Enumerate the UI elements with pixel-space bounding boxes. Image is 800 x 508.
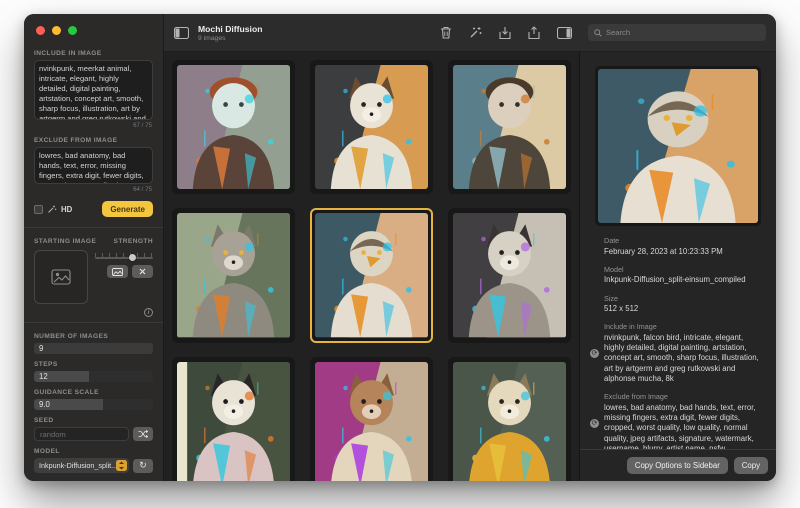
model-info-label: Model [604, 265, 764, 274]
sidebar-toggle-icon[interactable] [174, 27, 189, 39]
include-token-counter: 67 / 75 [35, 122, 152, 129]
preview-image[interactable] [595, 66, 761, 226]
info-icon[interactable]: i [144, 308, 153, 317]
exclude-token-counter: 64 / 75 [35, 186, 152, 193]
search-field[interactable] [588, 24, 766, 41]
number-of-images-input[interactable]: 9 [34, 343, 153, 354]
number-of-images-label: NUMBER OF IMAGES [34, 333, 153, 340]
exclude-prompt-textarea[interactable]: lowres, bad anatomy, bad hands, text, er… [34, 147, 153, 185]
artwork [177, 362, 290, 481]
close-icon [139, 268, 146, 275]
trash-icon[interactable] [440, 26, 452, 39]
window-controls [36, 26, 153, 35]
size-label: Size [604, 294, 764, 303]
gallery-image-panda-portrait[interactable] [172, 357, 295, 481]
search-input[interactable] [606, 28, 760, 37]
steps-value: 12 [39, 372, 48, 381]
sidebar: INCLUDE IN IMAGE nvinkpunk, meerkat anim… [24, 14, 164, 481]
strength-label: STRENGTH [114, 238, 153, 245]
app-window: INCLUDE IN IMAGE nvinkpunk, meerkat anim… [24, 14, 776, 481]
gallery-image-ferret-portrait[interactable] [310, 357, 433, 481]
include-prompt-textarea[interactable]: nvinkpunk, meerkat animal, intricate, el… [34, 60, 153, 120]
photo-icon [51, 269, 71, 285]
wand-icon[interactable] [469, 26, 482, 39]
sidebar-divider [24, 322, 163, 323]
artwork [315, 362, 428, 481]
close-window-button[interactable] [36, 26, 45, 35]
starting-image-dropzone[interactable] [34, 250, 88, 304]
copy-include-icon[interactable]: ⟳ [590, 349, 599, 358]
artwork [598, 69, 758, 223]
wand-icon [47, 204, 57, 214]
minimize-window-button[interactable] [52, 26, 61, 35]
model-label: MODEL [34, 448, 153, 455]
hd-checkbox[interactable] [34, 205, 43, 214]
reload-models-button[interactable]: ↻ [133, 459, 153, 473]
artwork [453, 213, 566, 337]
save-icon[interactable] [499, 26, 511, 40]
model-info-value: Inkpunk-Diffusion_split-einsum_compiled [604, 275, 764, 285]
gallery-image-cat-portrait[interactable] [172, 208, 295, 342]
refresh-icon: ↻ [139, 460, 147, 471]
gallery-image-woman-portrait[interactable] [172, 60, 295, 194]
chevron-up-down-icon [116, 460, 127, 471]
steps-input[interactable]: 12 [34, 371, 153, 382]
guidance-scale-value: 9.0 [39, 400, 50, 409]
shuffle-icon [138, 430, 148, 438]
gallery-image-raccoon-portrait[interactable] [448, 208, 571, 342]
artwork [177, 65, 290, 189]
artwork [315, 65, 428, 189]
artwork [315, 213, 428, 337]
model-dropdown-value: Inkpunk-Diffusion_split... [39, 461, 116, 470]
image-count: 9 images [198, 35, 262, 42]
inspector-info: Date February 28, 2023 at 10:23:33 PM Mo… [580, 236, 776, 449]
include-info-value: nvinkpunk, falcon bird, intricate, elega… [604, 333, 764, 384]
steps-label: STEPS [34, 361, 153, 368]
toolbar: Mochi Diffusion 9 images [164, 14, 776, 52]
copy-options-to-sidebar-button[interactable]: Copy Options to Sidebar [627, 457, 728, 474]
seed-label: SEED [34, 417, 153, 424]
hd-label: HD [61, 205, 72, 214]
exclude-info-value: lowres, bad anatomy, bad hands, text, er… [604, 403, 764, 449]
inspector-footer: Copy Options to Sidebar Copy [580, 449, 776, 481]
inspector-panel: Date February 28, 2023 at 10:23:33 PM Mo… [580, 52, 776, 481]
gallery-grid [164, 52, 580, 481]
date-label: Date [604, 236, 764, 245]
strength-slider-thumb[interactable] [129, 254, 136, 261]
sidebar-divider [24, 227, 163, 228]
artwork [177, 213, 290, 337]
gallery-image-meerkat-portrait[interactable] [448, 357, 571, 481]
gallery-image-man-portrait[interactable] [448, 60, 571, 194]
gallery-image-dog-portrait[interactable] [310, 60, 433, 194]
generate-button[interactable]: Generate [102, 201, 153, 217]
exclude-info-label: Exclude from Image [604, 392, 764, 401]
date-value: February 28, 2023 at 10:23:33 PM [604, 247, 764, 257]
inspector-toggle-icon[interactable] [557, 27, 572, 39]
include-info-label: Include in Image [604, 322, 764, 331]
app-title: Mochi Diffusion [198, 24, 262, 34]
clear-image-button[interactable] [132, 265, 153, 278]
gallery-image-falcon-portrait[interactable] [310, 208, 433, 342]
zoom-window-button[interactable] [68, 26, 77, 35]
artwork [453, 65, 566, 189]
artwork [453, 362, 566, 481]
photo-icon [112, 268, 123, 276]
search-icon [594, 29, 602, 37]
seed-input[interactable] [34, 427, 129, 441]
copy-button[interactable]: Copy [734, 457, 768, 474]
exclude-from-image-label: EXCLUDE FROM IMAGE [34, 137, 153, 144]
shuffle-seed-button[interactable] [133, 427, 153, 441]
size-value: 512 x 512 [604, 304, 764, 314]
starting-image-label: STARTING IMAGE [34, 238, 96, 245]
number-of-images-value: 9 [39, 344, 43, 353]
guidance-scale-input[interactable]: 9.0 [34, 399, 153, 410]
strength-slider[interactable] [95, 252, 153, 260]
model-dropdown[interactable]: Inkpunk-Diffusion_split... [34, 458, 129, 473]
guidance-scale-label: GUIDANCE SCALE [34, 389, 153, 396]
main-area: Mochi Diffusion 9 images [164, 14, 776, 481]
share-icon[interactable] [528, 26, 540, 40]
choose-image-button[interactable] [107, 265, 128, 278]
copy-exclude-icon[interactable]: ⟳ [590, 419, 599, 428]
include-in-image-label: INCLUDE IN IMAGE [34, 50, 153, 57]
